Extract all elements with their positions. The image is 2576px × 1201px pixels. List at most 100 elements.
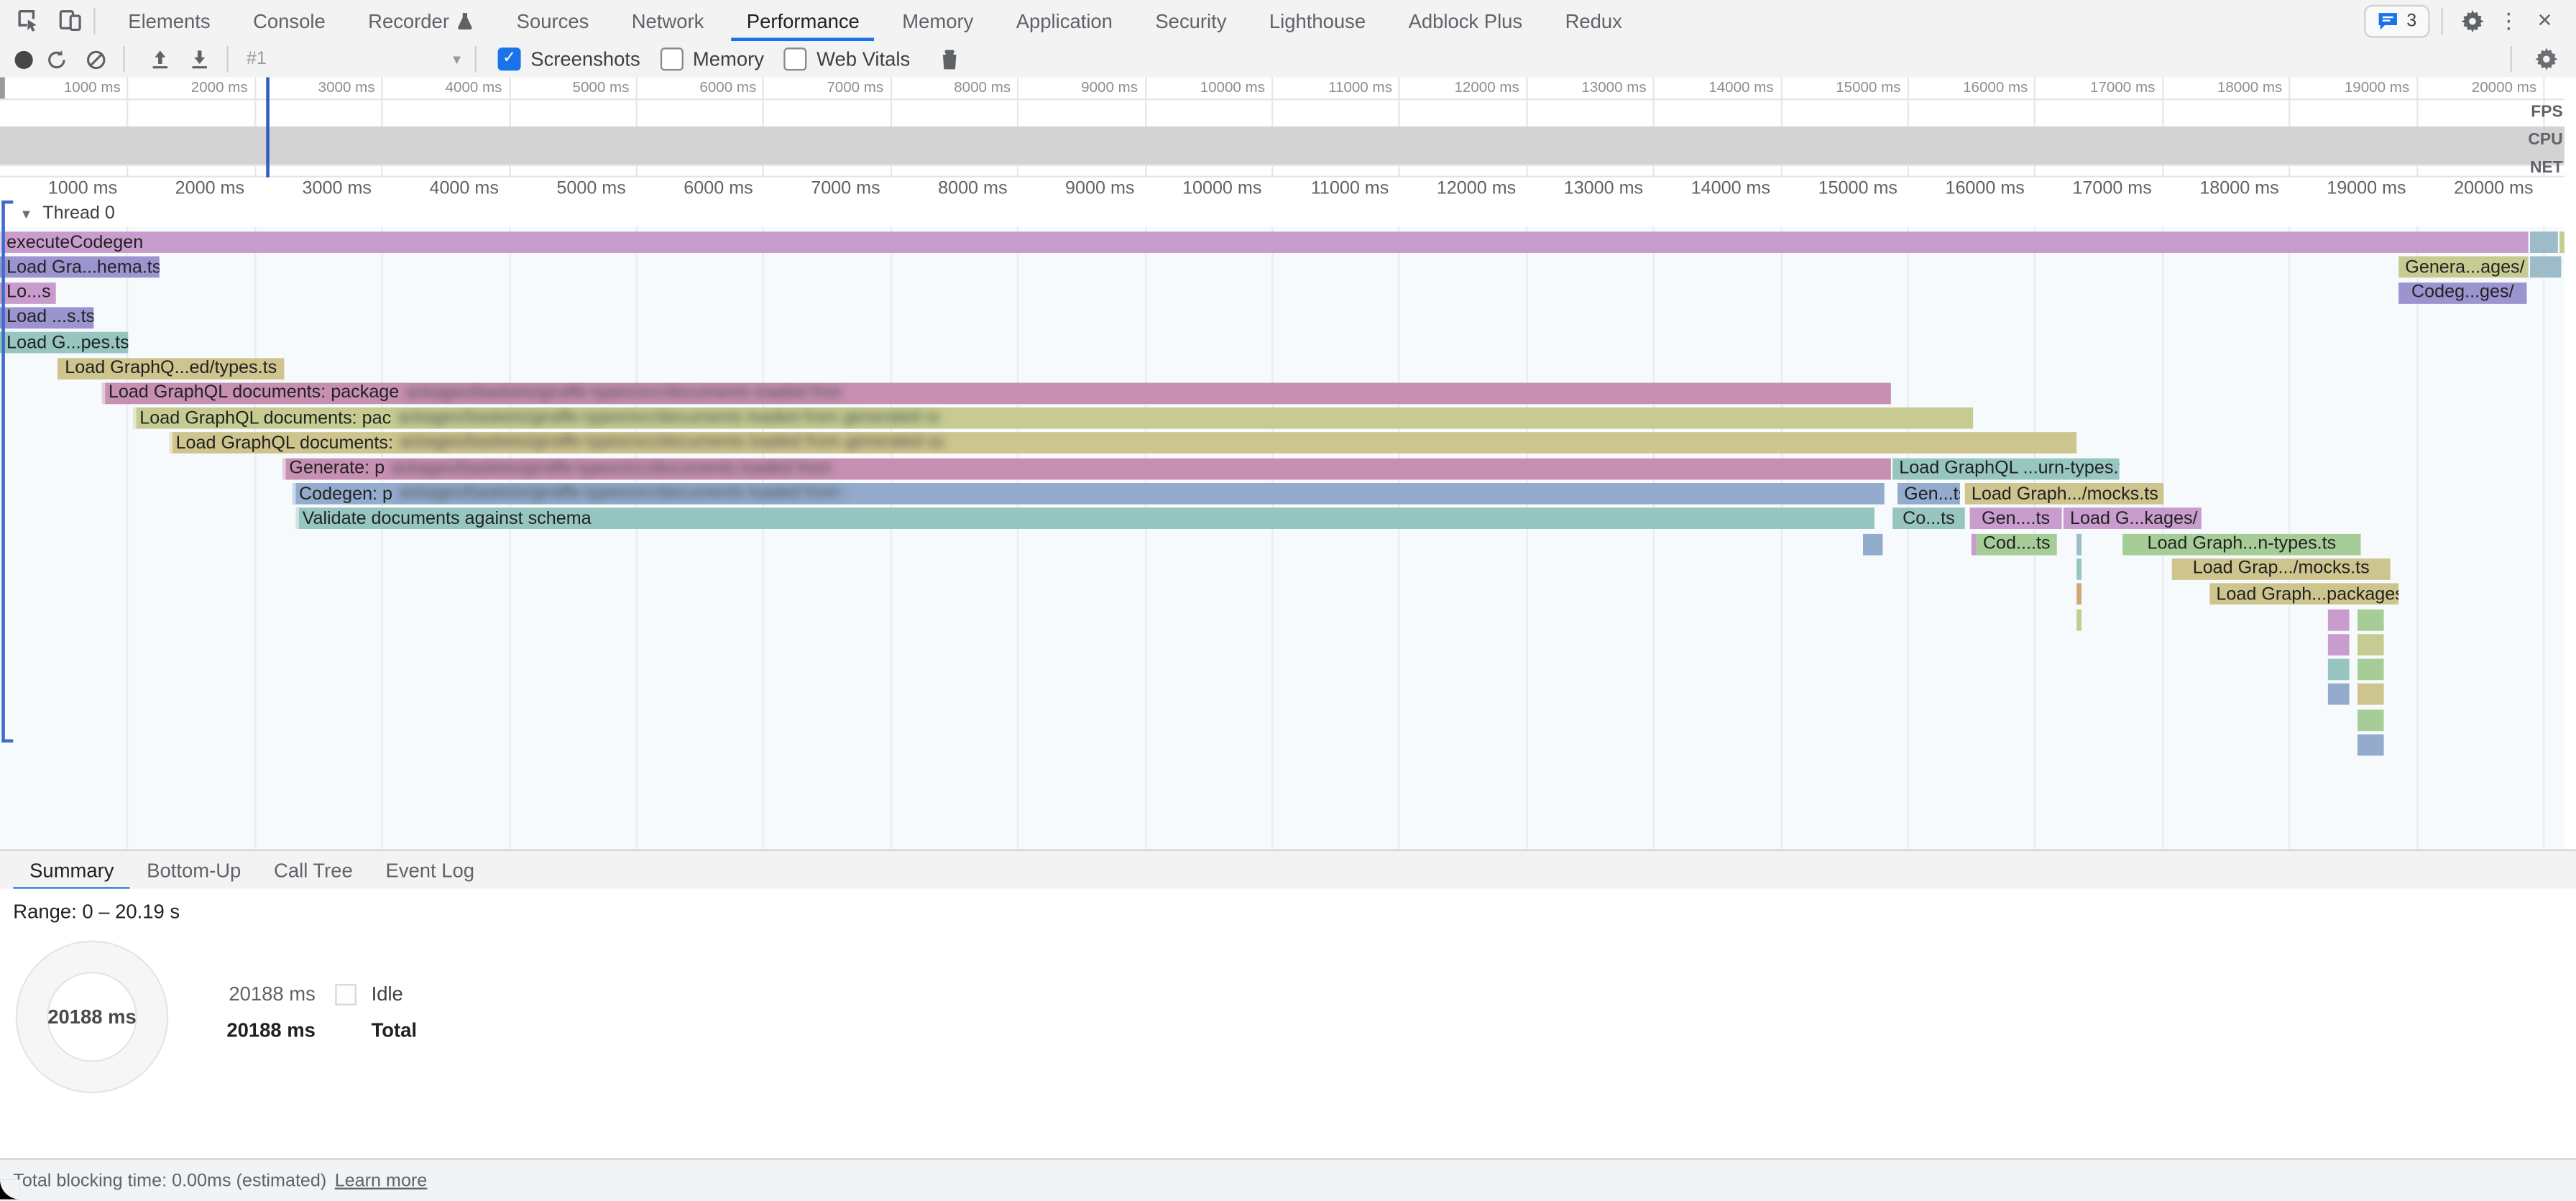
flame-bar-segment[interactable] xyxy=(1863,533,1882,555)
screenshots-checkbox[interactable] xyxy=(498,47,521,70)
legend-row: 20188 msIdle xyxy=(217,976,417,1012)
detail-tab-event-log[interactable]: Event Log xyxy=(369,851,491,891)
flame-bar-load-g-pes-ts[interactable]: Load G...pes.ts xyxy=(0,332,128,354)
detail-tab-summary[interactable]: Summary xyxy=(13,851,130,891)
flame-bar-codeg-ges-[interactable]: Codeg...ges/ xyxy=(2398,282,2526,303)
flame-bar-segment[interactable] xyxy=(2358,735,2384,756)
flame-bar-segment[interactable] xyxy=(2358,659,2384,681)
flame-bar-segment[interactable] xyxy=(2358,609,2384,630)
overview-tick-label: 10000 ms xyxy=(1133,79,1265,97)
capture-settings-gear-icon[interactable] xyxy=(2530,42,2563,75)
web-vitals-checkbox[interactable] xyxy=(783,47,806,70)
flame-bar-segment[interactable] xyxy=(2076,558,2082,580)
flame-gridline xyxy=(254,201,256,850)
tab-lighthouse[interactable]: Lighthouse xyxy=(1248,0,1387,41)
clear-button[interactable] xyxy=(79,42,112,75)
flame-bar-segment[interactable] xyxy=(2358,709,2384,731)
flame-bar-load-graphql-documents-pac[interactable]: Load GraphQL documents: pacackages/baske… xyxy=(133,408,1973,429)
issues-messages-button[interactable]: 3 xyxy=(2364,4,2430,37)
flame-bar-genera-ages-[interactable]: Genera...ages/ xyxy=(2398,257,2529,278)
inspect-icon[interactable] xyxy=(15,7,42,34)
flame-bar-load-graph-mocks-ts[interactable]: Load Graph.../mocks.ts xyxy=(1965,483,2164,505)
load-profile-icon[interactable] xyxy=(143,42,176,75)
flame-bar-load-grap-mocks-ts[interactable]: Load Grap.../mocks.ts xyxy=(2172,558,2391,580)
history-dropdown[interactable]: #1 ▼ xyxy=(240,50,464,69)
right-gutter xyxy=(2564,77,2576,849)
close-icon[interactable]: × xyxy=(2526,2,2562,38)
timeline-overview[interactable]: 1000 ms2000 ms3000 ms4000 ms5000 ms6000 … xyxy=(0,77,2576,177)
flame-bar-generate-p[interactable]: Generate: packages/baskets/giraffe-types… xyxy=(282,458,1891,479)
record-button[interactable] xyxy=(15,50,33,68)
trash-icon[interactable] xyxy=(933,42,966,75)
flame-bar-load-gra-hema-ts[interactable]: Load Gra...hema.ts xyxy=(0,257,160,278)
device-toolbar-icon[interactable] xyxy=(56,7,83,34)
tab-sources[interactable]: Sources xyxy=(495,0,610,41)
flame-bar-load-graph-n-types-ts[interactable]: Load Graph...n-types.ts xyxy=(2122,533,2360,555)
flame-bar-load-graph-packages-[interactable]: Load Graph...packages/ xyxy=(2209,584,2398,605)
tab-application[interactable]: Application xyxy=(995,0,1134,41)
flame-bar-gen-ts[interactable]: Gen....ts xyxy=(1970,508,2062,530)
tab-label: Sources xyxy=(517,9,589,32)
tab-security[interactable]: Security xyxy=(1134,0,1248,41)
flame-bar-segment[interactable] xyxy=(2559,231,2564,253)
flame-bar-load-graphql-documents-[interactable]: Load GraphQL documents:ackages/baskets/g… xyxy=(169,433,2076,454)
legend-label: Idle xyxy=(372,983,403,1006)
detail-tab-call-tree[interactable]: Call Tree xyxy=(257,851,369,891)
more-menu-icon[interactable]: ⋮ xyxy=(2490,2,2526,38)
flamechart[interactable]: ▼ Thread 0 executeCodegen Load Gra...hema… xyxy=(0,201,2566,850)
flame-bar-load-graphq-ed-types-ts[interactable]: Load GraphQ...ed/types.ts xyxy=(58,357,284,379)
flame-bar-load-s-ts[interactable]: Load ...s.ts xyxy=(0,307,93,328)
memory-checkbox[interactable] xyxy=(660,47,683,70)
flame-bar-segment[interactable] xyxy=(2530,231,2558,253)
tab-recorder[interactable]: Recorder xyxy=(346,0,495,41)
messages-icon xyxy=(2377,11,2398,30)
flame-bar-load-graphql-urn-types-ts[interactable]: Load GraphQL ...urn-types.ts xyxy=(1892,458,2119,479)
flame-bar-segment[interactable] xyxy=(2530,257,2561,278)
detail-tab-bottom-up[interactable]: Bottom-Up xyxy=(130,851,257,891)
flame-bar-segment[interactable] xyxy=(2358,634,2384,655)
save-profile-icon[interactable] xyxy=(183,42,216,75)
flame-bar-cod-ts[interactable]: Cod....ts xyxy=(1977,533,2057,555)
flame-bar-lo-s[interactable]: Lo...s xyxy=(0,282,56,303)
settings-gear-icon[interactable] xyxy=(2455,2,2490,38)
collapse-triangle-icon[interactable]: ▼ xyxy=(19,206,32,221)
flame-bar-segment[interactable] xyxy=(2076,584,2082,605)
overview-tick-label: 3000 ms xyxy=(244,79,375,97)
tab-network[interactable]: Network xyxy=(610,0,725,41)
reload-and-record-button[interactable] xyxy=(40,42,73,75)
tab-adblock-plus[interactable]: Adblock Plus xyxy=(1387,0,1544,41)
divider xyxy=(93,7,95,34)
tab-label: Application xyxy=(1016,9,1113,32)
tab-redux[interactable]: Redux xyxy=(1544,0,1644,41)
thread-header[interactable]: ▼ Thread 0 xyxy=(0,201,2564,227)
flame-bar-load-graphql-documents-package[interactable]: Load GraphQL documents: packageackages/b… xyxy=(102,382,1891,404)
flame-bar-segment[interactable] xyxy=(2328,659,2350,681)
flame-bar-codegen-p[interactable]: Codegen: packages/baskets/giraffe-types/… xyxy=(293,483,1885,505)
flame-bar-segment[interactable] xyxy=(1972,533,1977,555)
flame-bar-segment[interactable] xyxy=(2328,684,2350,706)
tab-performance[interactable]: Performance xyxy=(725,0,880,41)
flame-bar-segment[interactable] xyxy=(2328,634,2350,655)
flame-bar-label: Gen...ts xyxy=(1898,484,1960,503)
flame-bar-segment[interactable] xyxy=(2076,533,2082,555)
learn-more-link[interactable]: Learn more xyxy=(335,1171,428,1190)
overview-left-handle[interactable] xyxy=(0,77,5,98)
flame-bar-label: Load G...kages/ xyxy=(2064,509,2202,528)
flame-bar-gen-ts[interactable]: Gen...ts xyxy=(1898,483,1960,505)
flame-bar-load-g-kages-[interactable]: Load G...kages/ xyxy=(2064,508,2202,530)
flame-bar-segment[interactable] xyxy=(2076,609,2082,630)
flame-bar-executecodegen[interactable]: executeCodegen xyxy=(0,231,2529,253)
flame-bar-co-ts[interactable]: Co...ts xyxy=(1892,508,1965,530)
flame-bar-validate-documents-against-schema[interactable]: Validate documents against schema xyxy=(295,508,1874,530)
flame-bar-label: Load Gra...hema.ts xyxy=(0,257,160,277)
tab-label: Network xyxy=(632,9,704,32)
overview-cursor-line[interactable] xyxy=(266,77,270,177)
ruler-tick-label: 20000 ms xyxy=(2386,179,2534,198)
tab-elements[interactable]: Elements xyxy=(107,0,232,41)
ruler-tick-label: 14000 ms xyxy=(1622,179,1770,198)
tab-label: Security xyxy=(1155,9,1226,32)
flame-bar-segment[interactable] xyxy=(2358,684,2384,706)
tab-memory[interactable]: Memory xyxy=(881,0,995,41)
tab-console[interactable]: Console xyxy=(231,0,346,41)
flame-bar-segment[interactable] xyxy=(2328,609,2350,630)
